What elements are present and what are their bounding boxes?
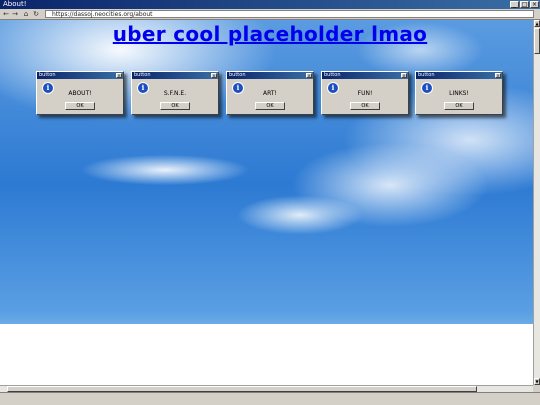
- dialog-about: button × i ABOUT! OK: [36, 71, 124, 115]
- dialog-fun: button × i FUN! OK: [321, 71, 409, 115]
- dialog-close-button[interactable]: ×: [401, 73, 407, 78]
- ok-button[interactable]: OK: [65, 102, 95, 110]
- dialog-title: button: [324, 72, 341, 78]
- address-bar[interactable]: https://dassoj.neocities.org/about: [45, 10, 534, 18]
- dialog-titlebar: button ×: [132, 72, 218, 79]
- reload-icon[interactable]: ↻: [32, 10, 40, 18]
- vertical-scroll-thumb[interactable]: [534, 28, 540, 54]
- page-title-link[interactable]: uber cool placeholder lmao: [0, 22, 533, 46]
- minimize-button[interactable]: _: [510, 1, 519, 8]
- dialog-title: button: [39, 72, 56, 78]
- dialog-titlebar: button ×: [416, 72, 502, 79]
- dialog-message[interactable]: ABOUT!: [37, 90, 123, 97]
- ok-button[interactable]: OK: [160, 102, 190, 110]
- horizontal-scrollbar[interactable]: [0, 385, 533, 392]
- dialog-links: button × i LINKS! OK: [415, 71, 503, 115]
- dialog-close-button[interactable]: ×: [116, 73, 122, 78]
- window-title: About!: [3, 0, 27, 8]
- forward-arrow-icon[interactable]: →: [11, 10, 19, 18]
- dialog-close-button[interactable]: ×: [211, 73, 217, 78]
- page-content: uber cool placeholder lmao button × i AB…: [0, 20, 533, 385]
- dialog-close-button[interactable]: ×: [306, 73, 312, 78]
- scroll-up-button[interactable]: ▲: [534, 20, 540, 27]
- dialog-message[interactable]: LINKS!: [416, 90, 502, 97]
- scroll-down-button[interactable]: ▼: [534, 378, 540, 385]
- close-button[interactable]: ×: [530, 1, 539, 8]
- dialog-titlebar: button ×: [37, 72, 123, 79]
- ok-button[interactable]: OK: [444, 102, 474, 110]
- dialog-message[interactable]: ART!: [227, 90, 313, 97]
- window-titlebar: About! _ □ ×: [0, 0, 540, 9]
- ok-button[interactable]: OK: [350, 102, 380, 110]
- dialog-titlebar: button ×: [227, 72, 313, 79]
- dialog-title: button: [418, 72, 435, 78]
- dialog-title: button: [229, 72, 246, 78]
- dialog-art: button × i ART! OK: [226, 71, 314, 115]
- vertical-scrollbar[interactable]: ▲ ▼: [533, 20, 540, 385]
- home-icon[interactable]: ⌂: [22, 10, 30, 18]
- page-bottom-area: [0, 324, 533, 385]
- dialog-message[interactable]: FUN!: [322, 90, 408, 97]
- dialog-close-button[interactable]: ×: [495, 73, 501, 78]
- status-bar: [0, 392, 540, 405]
- ok-button[interactable]: OK: [255, 102, 285, 110]
- back-arrow-icon[interactable]: ←: [2, 10, 10, 18]
- navigation-bar: ← → ⌂ ↻ https://dassoj.neocities.org/abo…: [0, 9, 540, 20]
- dialog-title: button: [134, 72, 151, 78]
- dialog-titlebar: button ×: [322, 72, 408, 79]
- dialog-sfne: button × i S.F.N.E. OK: [131, 71, 219, 115]
- dialog-message[interactable]: S.F.N.E.: [132, 90, 218, 97]
- maximize-button[interactable]: □: [520, 1, 529, 8]
